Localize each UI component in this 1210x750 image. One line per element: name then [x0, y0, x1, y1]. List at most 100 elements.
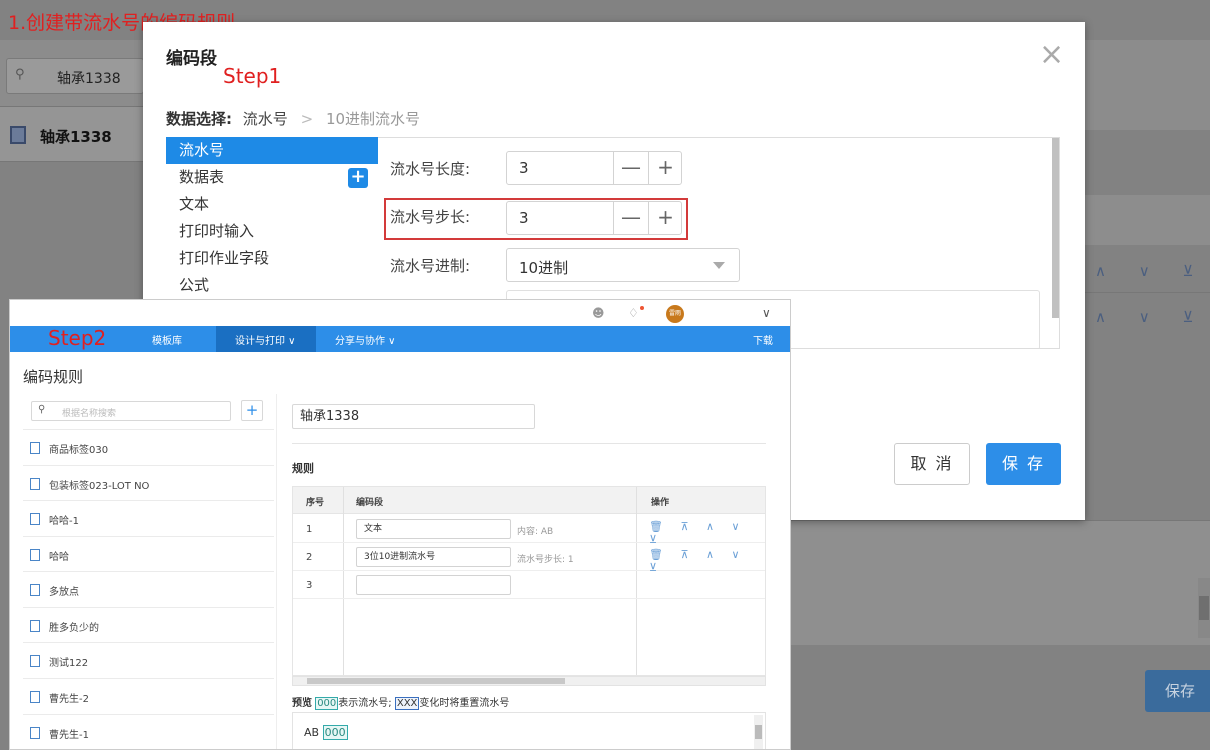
breadcrumb-item-decimal: 10进制流水号 — [325, 110, 421, 128]
decrement-button[interactable]: — — [613, 152, 648, 184]
header-actions: 操作 — [651, 498, 670, 508]
nav-share[interactable]: 分享与协作 ∨ — [335, 332, 396, 347]
scrollbar-thumb[interactable] — [1199, 596, 1209, 620]
segment-input[interactable]: 文本 — [356, 519, 511, 539]
length-stepper[interactable]: 3 — + — [506, 151, 682, 185]
background-scrollbar[interactable] — [1198, 578, 1210, 638]
rule-sidebar: ⚲ 根据名称搜索 + 商品标签030 包装标签023-LOT NO 哈哈-1 哈… — [23, 394, 277, 749]
document-icon — [30, 549, 40, 561]
scrollbar-thumb[interactable] — [755, 725, 762, 739]
list-item[interactable]: 测试122 — [23, 642, 274, 678]
list-item[interactable]: 曹先生-1 — [23, 714, 274, 749]
decrement-button[interactable]: — — [613, 202, 648, 234]
document-icon — [30, 478, 40, 490]
breadcrumb: 数据选择: 流水号 > 10进制流水号 — [166, 108, 420, 129]
avatar[interactable]: 雷雨 — [666, 305, 684, 323]
list-item-label: 测试122 — [49, 658, 89, 669]
chevron-down-icon — [713, 262, 725, 269]
step-stepper[interactable]: 3 — + — [506, 201, 682, 235]
preview-text-2: 变化时将重置流水号 — [419, 698, 510, 709]
document-icon — [30, 513, 40, 525]
document-icon — [30, 655, 40, 667]
row-index: 2 — [306, 552, 313, 563]
step1-label: Step1 — [223, 64, 282, 88]
search-icon: ⚲ — [15, 67, 25, 82]
chevron-down-icon[interactable]: ∨ — [762, 306, 771, 320]
breadcrumb-item-serial[interactable]: 流水号 — [243, 110, 288, 128]
step-value[interactable]: 3 — [519, 209, 529, 227]
close-icon[interactable]: × — [1039, 40, 1064, 70]
bell-icon[interactable]: ♢ — [628, 306, 639, 320]
header-index: 序号 — [306, 498, 325, 508]
nav-templates[interactable]: 模板库 — [152, 332, 182, 347]
row-index: 3 — [306, 580, 313, 591]
preview-serial: 000 — [322, 725, 348, 740]
segment-input[interactable] — [356, 575, 511, 595]
source-item-text[interactable]: 文本 — [166, 191, 378, 218]
preview-scrollbar[interactable] — [754, 715, 763, 749]
main-nav: 模板库 设计与打印 ∨ 分享与协作 ∨ 下载 — [10, 326, 790, 352]
save-button[interactable]: 保 存 — [986, 443, 1061, 485]
list-item[interactable]: 曹先生-2 — [23, 678, 274, 714]
row-index: 1 — [306, 524, 313, 535]
list-item[interactable]: 商品标签030 — [23, 429, 274, 465]
preview-prefix: AB — [304, 726, 320, 739]
list-item[interactable]: 哈哈 — [23, 536, 274, 572]
source-item-serial[interactable]: 流水号 — [166, 137, 378, 164]
header-segment: 编码段 — [356, 498, 384, 508]
rule-name-input[interactable]: 轴承1338 — [292, 404, 535, 429]
document-icon — [30, 442, 40, 454]
list-item[interactable]: 胜多负少的 — [23, 607, 274, 643]
source-item-job-field[interactable]: 打印作业字段 — [166, 245, 378, 272]
list-item[interactable]: 包装标签023-LOT NO — [23, 465, 274, 501]
cancel-button[interactable]: 取 消 — [894, 443, 970, 485]
nav-download[interactable]: 下载 — [753, 332, 773, 347]
list-item[interactable]: 多放点 — [23, 571, 274, 607]
user-icon[interactable]: ☻ — [592, 306, 605, 320]
list-item-label: 曹先生-1 — [49, 730, 89, 741]
table-row: 2 3位10进制流水号 流水号步长: 1 🗑 ⊼ ∧ ∨ ⊻ — [293, 543, 765, 574]
form-scrollbar[interactable] — [1052, 138, 1059, 318]
background-save-button[interactable]: 保存 — [1145, 670, 1210, 712]
base-select[interactable]: 10进制 — [506, 248, 740, 282]
segment-input[interactable]: 3位10进制流水号 — [356, 547, 511, 567]
preview-legend: 预览 000 表示流水号; XXX 变化时将重置流水号 — [292, 694, 509, 710]
table-header: 序号 编码段 操作 — [293, 487, 765, 514]
background-search-box[interactable]: ⚲ 轴承1338 — [6, 58, 144, 94]
length-value[interactable]: 3 — [519, 159, 529, 177]
source-item-print-input[interactable]: 打印时输入 — [166, 218, 378, 245]
serial-tag: 000 — [315, 697, 339, 710]
rules-table: 序号 编码段 操作 1 文本 内容: AB 🗑 ⊼ ∧ ∨ ⊻ 2 3位10进制… — [292, 486, 766, 676]
data-source-list: 流水号 数据表 + 文本 打印时输入 打印作业字段 公式 — [166, 137, 378, 302]
background-row-arrows-1[interactable]: ∧ ∨ ⊻ — [1095, 262, 1207, 280]
source-item-label: 数据表 — [179, 168, 225, 186]
add-icon[interactable]: + — [348, 168, 368, 188]
table-row: 3 — [293, 571, 765, 599]
list-item[interactable]: 哈哈-1 — [23, 500, 274, 536]
table-scrollbar[interactable] — [292, 676, 766, 686]
document-icon — [30, 584, 40, 596]
increment-button[interactable]: + — [648, 152, 682, 184]
base-label: 流水号进制: — [390, 257, 471, 275]
document-icon — [30, 691, 40, 703]
scrollbar-thumb[interactable] — [307, 678, 565, 684]
notification-dot — [640, 306, 644, 310]
divider — [292, 443, 766, 444]
add-rule-button[interactable]: + — [241, 400, 263, 421]
document-icon — [30, 727, 40, 739]
source-item-table[interactable]: 数据表 + — [166, 164, 378, 191]
list-item-label: 曹先生-2 — [49, 694, 89, 705]
nav-design-print[interactable]: 设计与打印 ∨ — [235, 332, 296, 347]
breadcrumb-label: 数据选择: — [166, 110, 232, 128]
segment-desc: 内容: AB — [517, 527, 554, 537]
list-item-label: 商品标签030 — [49, 445, 109, 456]
increment-button[interactable]: + — [648, 202, 682, 234]
background-row-arrows-2[interactable]: ∧ ∨ ⊻ — [1095, 308, 1207, 326]
search-input[interactable]: ⚲ 根据名称搜索 — [31, 401, 231, 421]
step2-screenshot: ☻ ♢ 雷雨 ∨ 模板库 设计与打印 ∨ 分享与协作 ∨ 下载 Step2 编码… — [9, 299, 791, 750]
list-item-label: 胜多负少的 — [49, 623, 99, 634]
background-list-item[interactable]: 轴承1338 — [0, 106, 145, 162]
length-label: 流水号长度: — [390, 160, 471, 178]
document-icon — [30, 620, 40, 632]
source-item-formula[interactable]: 公式 — [166, 272, 378, 299]
